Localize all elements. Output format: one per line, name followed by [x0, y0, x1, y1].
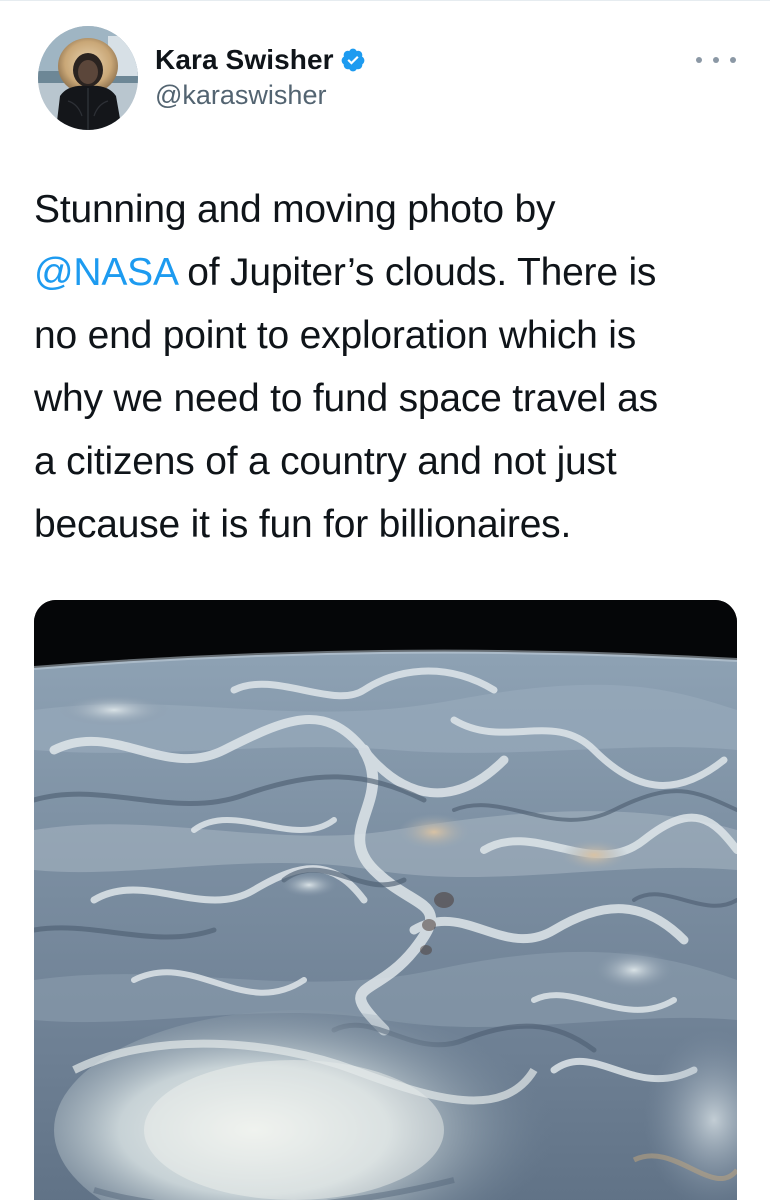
more-dot	[730, 57, 736, 63]
verified-badge-icon	[340, 47, 366, 73]
author-display-name[interactable]: Kara Swisher	[155, 44, 334, 76]
more-options-icon[interactable]	[696, 48, 736, 72]
tweet-text-line: why we need to fund space travel as	[34, 377, 658, 420]
tweet-text-line: because it is fun for billionaires.	[34, 503, 572, 546]
tweet-text-line: a citizens of a country and not just	[34, 440, 617, 483]
mention-link[interactable]: @NASA	[34, 251, 177, 294]
author-handle[interactable]: @karaswisher	[155, 80, 326, 111]
avatar[interactable]	[38, 26, 138, 130]
more-dot	[713, 57, 719, 63]
tweet-media-photo[interactable]	[34, 600, 737, 1200]
tweet: Kara Swisher @karaswisher Stunning and m…	[0, 0, 770, 1200]
author-name-row[interactable]: Kara Swisher	[155, 42, 366, 78]
tweet-text-fragment: of Jupiter’s clouds. There is	[176, 251, 657, 294]
tweet-text-line: no end point to exploration which is	[34, 314, 637, 357]
tweet-text: Stunning and moving photo by @NASA of Ju…	[34, 178, 744, 556]
jupiter-clouds-image	[34, 600, 737, 1200]
tweet-text-line: @NASA of Jupiter’s clouds. There is	[34, 241, 744, 304]
more-dot	[696, 57, 702, 63]
top-divider	[0, 0, 770, 1]
tweet-text-line: Stunning and moving photo by	[34, 188, 556, 231]
